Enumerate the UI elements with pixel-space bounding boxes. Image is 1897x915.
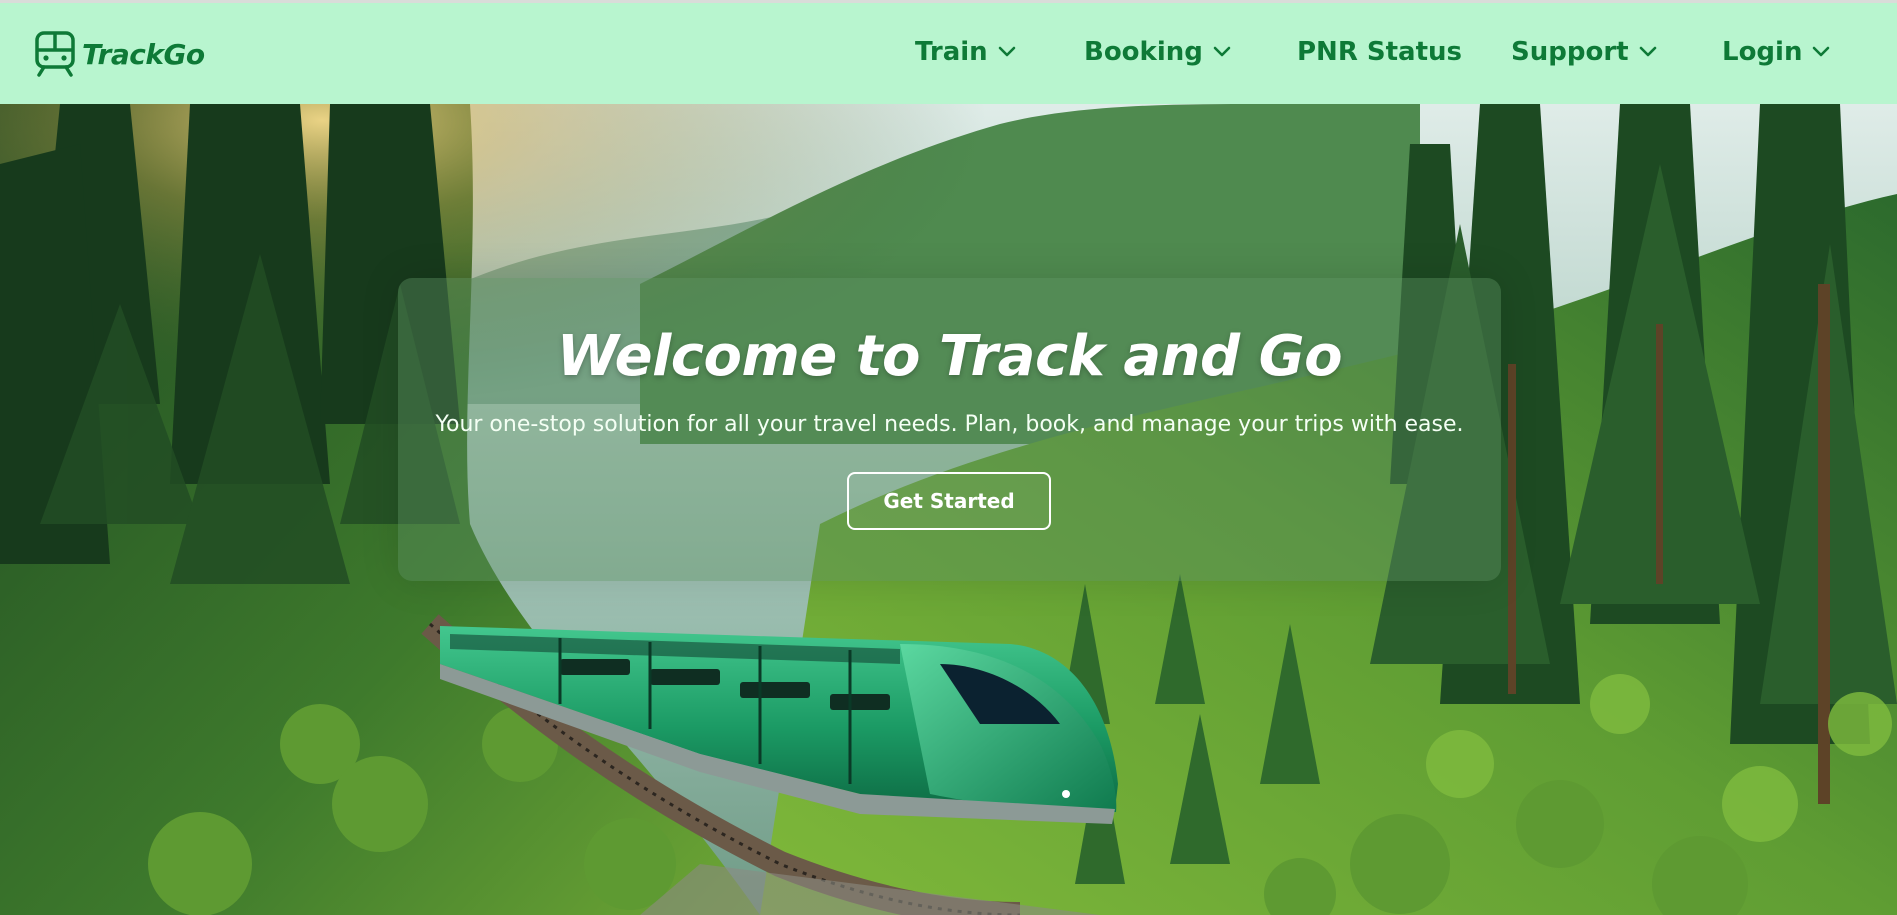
navbar: TrackGo Train Booking PNR Status Support… [0,3,1897,104]
nav-item-label: Login [1722,37,1803,67]
nav-item-label: Train [915,37,988,67]
hero-title: Welcome to Track and Go [556,324,1343,389]
nav-item-train[interactable]: Train [915,37,1016,67]
nav-item-booking[interactable]: Booking [1084,37,1231,67]
nav-item-label: PNR Status [1297,37,1463,67]
nav-item-login[interactable]: Login [1722,37,1830,67]
brand-logo[interactable]: TrackGo [34,31,205,77]
nav-item-label: Support [1511,37,1629,67]
brand-name: TrackGo [82,37,205,71]
welcome-card: Welcome to Track and Go Your one-stop so… [398,278,1501,581]
train-icon [35,31,75,77]
nav-item-pnr-status[interactable]: PNR Status [1297,37,1462,67]
hero-subtitle: Your one-stop solution for all your trav… [435,412,1464,437]
chevron-down-icon [1813,46,1830,57]
hero-section: Welcome to Track and Go Your one-stop so… [0,104,1897,915]
nav-item-label: Booking [1084,37,1203,67]
get-started-button[interactable]: Get Started [847,472,1051,530]
nav-item-support[interactable]: Support [1511,37,1657,67]
chevron-down-icon [1639,46,1656,57]
chevron-down-icon [1213,46,1231,57]
nav-links: Train Booking PNR Status Support Login [900,3,1880,104]
chevron-down-icon [998,46,1015,57]
